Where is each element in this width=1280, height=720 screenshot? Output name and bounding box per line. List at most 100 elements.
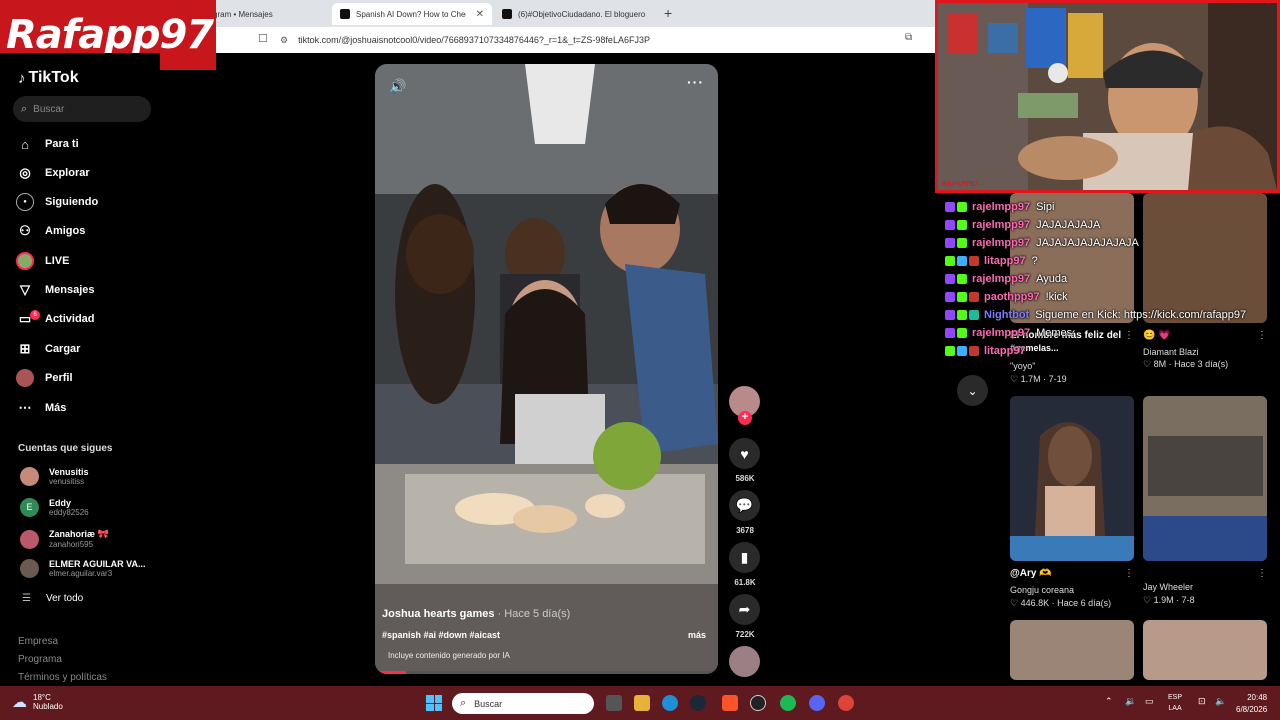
see-all-link[interactable]: ☰ Ver todo: [22, 593, 83, 604]
video-hashtags[interactable]: #spanish #ai #down #aicast: [382, 630, 500, 640]
verified-badge-icon: [957, 238, 967, 248]
avatar: [20, 559, 39, 578]
video-thumbnail[interactable]: [1010, 396, 1134, 561]
weather-widget[interactable]: ☁ 18°C Nublado: [12, 693, 63, 711]
nav-item-mensajes[interactable]: ▽ Mensajes: [16, 279, 95, 301]
steam-icon[interactable]: [690, 695, 706, 711]
avatar: E: [20, 498, 39, 517]
video-thumbnail[interactable]: [1010, 620, 1134, 680]
task-view-icon[interactable]: [606, 695, 622, 711]
footer-link[interactable]: Empresa: [18, 636, 58, 647]
nav-item-actividad[interactable]: ▭ Actividad: [16, 308, 95, 330]
video-player[interactable]: 🔊 ··· Joshua hearts games · Hace 5 día(s…: [375, 64, 718, 674]
nav-item-perfil[interactable]: Perfil: [16, 367, 73, 389]
like-count: 586K: [735, 474, 755, 483]
browser-tab[interactable]: (6)#ObjetivoCiudadano. El bloguero: [494, 3, 656, 25]
following-icon: ●: [16, 193, 34, 211]
video-thumbnail[interactable]: [1143, 396, 1267, 561]
bookmark-icon[interactable]: ☐: [258, 32, 268, 45]
verified-badge-icon: [957, 202, 967, 212]
thumb-menu-icon[interactable]: ⋮: [1124, 568, 1134, 579]
nav-item-live[interactable]: LIVE: [16, 250, 69, 272]
browser-tab[interactable]: gram • Mensajes: [205, 3, 330, 25]
obs-icon[interactable]: [750, 695, 766, 711]
url-field[interactable]: ⚙ tiktok.com/@joshuaisnotcool0/video/766…: [280, 31, 920, 49]
following-account[interactable]: Venusitis venusitiss: [20, 467, 89, 486]
save-button[interactable]: ▮: [729, 542, 760, 573]
chat-message: Nightbot Sigueme en Kick: https://kick.c…: [945, 308, 1246, 322]
browser-tab-active[interactable]: Spanish AI Down? How to Check ✕: [332, 3, 492, 25]
thumb-author[interactable]: Jay Wheeler: [1143, 582, 1193, 592]
new-tab-button[interactable]: +: [664, 5, 672, 21]
heart-icon: ♥: [740, 445, 749, 462]
avatar: [20, 467, 39, 486]
cam-watermark: RAFAPP97: [942, 181, 979, 188]
verified-badge-icon: [957, 310, 967, 320]
translate-icon[interactable]: ⧉: [905, 32, 912, 43]
close-tab-icon[interactable]: ✕: [476, 9, 484, 20]
video-progress-bar[interactable]: [375, 671, 718, 674]
activity-badge: 6: [30, 310, 40, 320]
like-button[interactable]: ♥: [729, 438, 760, 469]
next-creator-avatar[interactable]: [729, 646, 760, 677]
discord-icon[interactable]: [809, 695, 825, 711]
more-options-icon[interactable]: ···: [687, 74, 704, 90]
thumb-menu-icon[interactable]: ⋮: [1257, 568, 1267, 579]
nav-item-mas[interactable]: ⋯ Más: [16, 397, 67, 419]
nav-item-explorar[interactable]: ◎ Explorar: [16, 162, 89, 184]
thumb-author[interactable]: Gongju coreana: [1010, 585, 1074, 595]
speaker-icon[interactable]: 🔈: [1215, 696, 1226, 707]
comment-button[interactable]: 💬: [729, 490, 760, 521]
scroll-down-button[interactable]: ⌄: [957, 375, 988, 406]
cloud-icon: ☁: [12, 694, 27, 711]
volume-icon[interactable]: 🔉: [1125, 696, 1136, 707]
nav-item-cargar[interactable]: ⊞ Cargar: [16, 338, 81, 360]
platform-badge-icon: [945, 238, 955, 248]
thumbnail-image: [1010, 396, 1134, 561]
tiktok-sidebar: ♪ TikTok ⌕ Buscar ⌂ Para ti ◎ Explorar ●…: [0, 53, 160, 686]
notification-icon[interactable]: ▭: [1145, 696, 1154, 707]
video-thumbnail[interactable]: [1143, 620, 1267, 680]
more-text-button[interactable]: más: [688, 630, 706, 640]
nav-item-amigos[interactable]: ⚇ Amigos: [16, 220, 85, 242]
share-button[interactable]: ➦: [729, 594, 760, 625]
following-account[interactable]: E Eddy eddy82526: [20, 498, 89, 517]
platform-badge-icon: [945, 274, 955, 284]
taskbar-search[interactable]: ⌕ Buscar: [452, 693, 594, 714]
system-clock[interactable]: 20:48 6/8/2026: [1236, 692, 1267, 716]
chrome-icon[interactable]: [838, 695, 854, 711]
start-button[interactable]: [426, 695, 442, 711]
tray-chevron-icon[interactable]: ⌃: [1105, 696, 1113, 707]
nav-item-siguiendo[interactable]: ● Siguiendo: [16, 191, 98, 213]
kick-badge-icon: [945, 256, 955, 266]
chat-message: paothpp97 !kick: [945, 290, 1068, 304]
video-author[interactable]: Joshua hearts games: [382, 608, 495, 620]
footer-link[interactable]: Programa: [18, 654, 62, 665]
volume-icon[interactable]: 🔊: [389, 78, 406, 95]
site-info-icon[interactable]: ⚙: [280, 35, 288, 46]
follow-plus-icon[interactable]: +: [738, 411, 752, 425]
brave-icon[interactable]: [722, 695, 738, 711]
nav-item-para-ti[interactable]: ⌂ Para ti: [16, 133, 79, 155]
chat-message: rajelmpp97 JAJAJAJAJAJAJAJA: [945, 236, 1139, 250]
video-frame: [375, 64, 718, 674]
tiktok-logo[interactable]: ♪ TikTok: [18, 69, 79, 87]
following-account[interactable]: ELMER AGUILAR VA... elmer.aguilar.var3: [20, 559, 146, 578]
network-icon[interactable]: ⊡: [1198, 696, 1206, 707]
ai-content-notice: Incluye contenido generado por IA: [388, 651, 510, 660]
chat-message: rajelmpp97 Sipi: [945, 200, 1054, 214]
video-caption: Joshua hearts games · Hace 5 día(s): [382, 608, 570, 620]
edge-icon[interactable]: [662, 695, 678, 711]
language-indicator[interactable]: ESP LAA: [1168, 692, 1182, 714]
stream-chat: rajelmpp97 Sipi rajelmpp97 JAJAJAJAJA ra…: [945, 197, 1275, 367]
following-account[interactable]: Zanahoriæ 🎀 zanahori595: [20, 529, 109, 549]
footer-link[interactable]: Términos y políticas: [18, 672, 107, 683]
file-explorer-icon[interactable]: [634, 695, 650, 711]
thumbnail-image: [1143, 396, 1267, 561]
heart-badge-icon: [969, 346, 979, 356]
tiktok-favicon-icon: [502, 9, 512, 19]
spotify-icon[interactable]: [780, 695, 796, 711]
search-input[interactable]: ⌕ Buscar: [13, 96, 151, 122]
thumb-stats: ♡ 1.7M · 7-19: [1010, 374, 1067, 384]
avatar: [20, 529, 39, 549]
